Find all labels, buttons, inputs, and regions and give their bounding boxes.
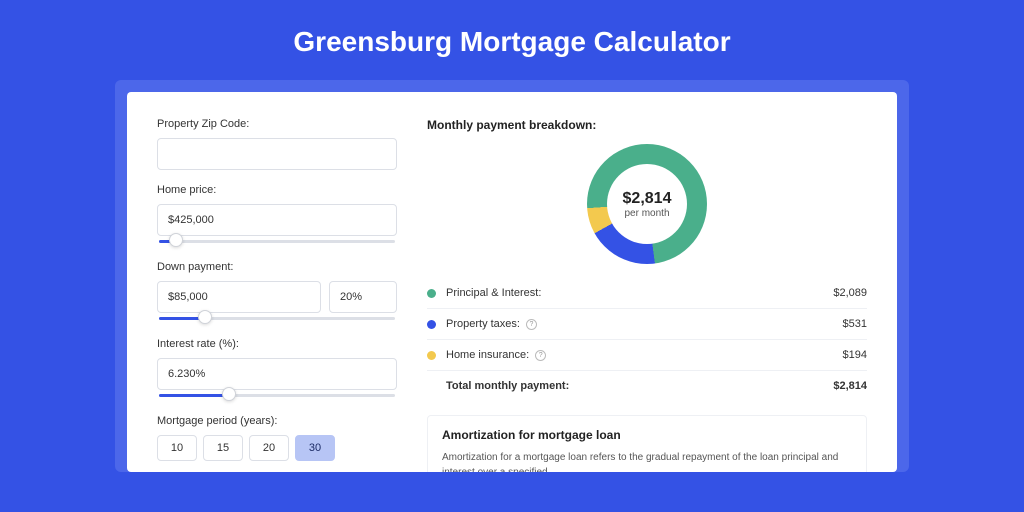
slider-thumb[interactable] xyxy=(198,310,212,324)
zip-input[interactable] xyxy=(157,138,397,170)
zip-field-group: Property Zip Code: xyxy=(157,118,397,170)
legend-value: $2,089 xyxy=(833,287,867,299)
donut-amount: $2,814 xyxy=(623,190,672,208)
breakdown-title: Monthly payment breakdown: xyxy=(427,118,867,132)
price-label: Home price: xyxy=(157,184,397,196)
period-label: Mortgage period (years): xyxy=(157,415,397,427)
period-option-20[interactable]: 20 xyxy=(249,435,289,461)
zip-label: Property Zip Code: xyxy=(157,118,397,130)
price-field-group: Home price: xyxy=(157,184,397,247)
downpayment-label: Down payment: xyxy=(157,261,397,273)
legend-value: $194 xyxy=(843,349,867,361)
legend-label: Property taxes:? xyxy=(446,318,843,330)
donut-center: $2,814 per month xyxy=(607,164,687,244)
period-option-30[interactable]: 30 xyxy=(295,435,335,461)
breakdown-column: Monthly payment breakdown: $2,814 per mo… xyxy=(427,118,867,472)
legend-row: Principal & Interest: $2,089 xyxy=(427,278,867,308)
legend-total-label: Total monthly payment: xyxy=(446,380,833,392)
page-title: Greensburg Mortgage Calculator xyxy=(0,0,1024,80)
downpayment-percent-input[interactable] xyxy=(329,281,397,313)
amortization-text: Amortization for a mortgage loan refers … xyxy=(442,450,852,472)
period-options: 10152030 xyxy=(157,435,397,461)
inputs-column: Property Zip Code: Home price: Down paym… xyxy=(157,118,397,472)
price-slider[interactable] xyxy=(157,235,397,247)
downpayment-field-group: Down payment: xyxy=(157,261,397,324)
legend-label-text: Home insurance: xyxy=(446,349,529,361)
legend-row: Home insurance:?$194 xyxy=(427,339,867,370)
rate-field-group: Interest rate (%): xyxy=(157,338,397,401)
slider-fill xyxy=(159,394,231,397)
legend-dot-icon xyxy=(427,289,436,298)
rate-slider[interactable] xyxy=(157,389,397,401)
donut-ring: $2,814 per month xyxy=(587,144,707,264)
legend-label: Home insurance:? xyxy=(446,349,843,361)
slider-thumb[interactable] xyxy=(222,387,236,401)
legend-label: Principal & Interest: xyxy=(446,287,833,299)
downpayment-row xyxy=(157,281,397,313)
rate-label: Interest rate (%): xyxy=(157,338,397,350)
amortization-title: Amortization for mortgage loan xyxy=(442,428,852,442)
calculator-card: Property Zip Code: Home price: Down paym… xyxy=(115,80,909,472)
calculator-body: Property Zip Code: Home price: Down paym… xyxy=(127,92,897,472)
donut-subtext: per month xyxy=(624,208,669,219)
legend-label-text: Principal & Interest: xyxy=(446,287,541,299)
slider-track xyxy=(159,240,395,243)
info-icon[interactable]: ? xyxy=(535,350,546,361)
legend-row: Property taxes:?$531 xyxy=(427,308,867,339)
period-field-group: Mortgage period (years): 10152030 xyxy=(157,415,397,461)
downpayment-amount-input[interactable] xyxy=(157,281,321,313)
legend-total-value: $2,814 xyxy=(833,380,867,392)
legend-dot-icon xyxy=(427,320,436,329)
legend-value: $531 xyxy=(843,318,867,330)
slider-thumb[interactable] xyxy=(169,233,183,247)
info-icon[interactable]: ? xyxy=(526,319,537,330)
rate-input[interactable] xyxy=(157,358,397,390)
period-option-15[interactable]: 15 xyxy=(203,435,243,461)
amortization-box: Amortization for mortgage loan Amortizat… xyxy=(427,415,867,472)
donut-chart: $2,814 per month xyxy=(427,144,867,264)
period-option-10[interactable]: 10 xyxy=(157,435,197,461)
breakdown-legend: Principal & Interest: $2,089 Property taxe… xyxy=(427,278,867,401)
downpayment-slider[interactable] xyxy=(157,312,397,324)
legend-label-text: Property taxes: xyxy=(446,318,520,330)
legend-dot-icon xyxy=(427,351,436,360)
legend-row-total: Total monthly payment:$2,814 xyxy=(427,370,867,401)
price-input[interactable] xyxy=(157,204,397,236)
